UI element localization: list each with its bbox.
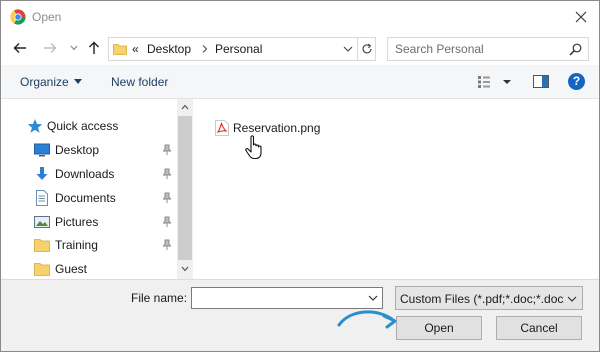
sidebar-item-pictures[interactable]: Pictures: [1, 211, 177, 233]
folder-icon: [34, 263, 50, 276]
close-icon: [575, 11, 587, 23]
forward-arrow-icon: [44, 43, 57, 53]
pin-icon[interactable]: [161, 168, 173, 180]
sidebar-item-label: Documents: [55, 191, 116, 205]
organize-button[interactable]: Organize: [20, 75, 82, 89]
breadcrumb-item-desktop[interactable]: Desktop: [147, 42, 191, 56]
search-icon: [569, 43, 582, 56]
desktop-icon: [34, 143, 50, 157]
sidebar-item-label: Desktop: [55, 143, 100, 157]
address-bar[interactable]: « Desktop Personal: [108, 37, 376, 61]
sidebar-item-label: Training: [55, 238, 98, 252]
caret-down-icon: [73, 79, 82, 84]
sidebar-item-documents[interactable]: Documents: [1, 187, 177, 209]
sidebar-item-label: Pictures: [55, 215, 99, 229]
command-toolbar: Organize New folder ?: [1, 65, 599, 99]
file-name: Reservation.png: [233, 121, 321, 135]
scrollbar-thumb[interactable]: [178, 116, 192, 260]
download-icon: [36, 167, 48, 180]
chevron-down-icon[interactable]: [368, 294, 378, 302]
pdf-icon: [215, 120, 229, 136]
scroll-down-icon[interactable]: [181, 265, 189, 273]
chevron-down-icon: [70, 45, 78, 51]
title-bar: Open: [1, 1, 599, 33]
file-type-select[interactable]: Custom Files (*.pdf;*.doc;*.docx): [395, 286, 583, 310]
breadcrumb-separator: [202, 42, 208, 56]
cancel-button[interactable]: Cancel: [496, 316, 582, 340]
file-name-input[interactable]: [192, 288, 362, 308]
breadcrumb-overflow[interactable]: «: [132, 42, 139, 56]
up-arrow-icon: [89, 41, 99, 54]
sidebar-item-label: Downloads: [55, 167, 115, 181]
file-list: Reservation.png: [193, 99, 599, 279]
folder-icon: [113, 44, 127, 55]
search-box[interactable]: Search Personal: [387, 37, 589, 61]
breadcrumb-item-personal[interactable]: Personal: [215, 42, 262, 56]
chrome-icon: [10, 9, 26, 25]
back-arrow-icon: [13, 43, 26, 53]
hand-cursor-icon: [245, 135, 262, 160]
new-folder-button[interactable]: New folder: [111, 75, 168, 89]
sidebar-item-quick-access[interactable]: Quick access: [1, 115, 177, 137]
folder-icon: [34, 239, 50, 252]
chevron-right-icon: [202, 45, 208, 53]
navigation-pane: Quick access Desktop Downloads Documents: [1, 99, 193, 279]
scroll-up-icon[interactable]: [181, 103, 189, 111]
recent-locations-button[interactable]: [65, 39, 83, 57]
up-button[interactable]: [85, 39, 103, 57]
close-button[interactable]: [569, 5, 593, 29]
forward-button[interactable]: [41, 39, 59, 57]
file-type-selected: Custom Files (*.pdf;*.doc;*.docx): [400, 292, 564, 306]
window-title: Open: [32, 10, 62, 24]
pin-icon[interactable]: [161, 216, 173, 228]
documents-icon: [36, 190, 48, 206]
open-button[interactable]: Open: [396, 316, 482, 340]
sidebar-item-desktop[interactable]: Desktop: [1, 139, 177, 161]
search-placeholder: Search Personal: [395, 42, 484, 56]
pictures-icon: [34, 216, 50, 228]
star-icon: [27, 119, 43, 133]
sidebar-item-training[interactable]: Training: [1, 234, 177, 256]
help-button[interactable]: ?: [568, 73, 585, 90]
sidebar-item-downloads[interactable]: Downloads: [1, 163, 177, 185]
open-file-dialog: Open « Desktop Personal Search Personal …: [0, 0, 600, 352]
sidebar-item-label: Guest: [55, 262, 88, 276]
chevron-down-icon: [567, 296, 577, 302]
navigation-pane-scrollbar[interactable]: [177, 99, 193, 279]
navigation-bar: « Desktop Personal Search Personal: [1, 33, 599, 65]
pin-icon[interactable]: [161, 239, 173, 251]
file-name-label: File name:: [131, 291, 188, 305]
file-name-combobox[interactable]: [191, 287, 383, 309]
pin-icon[interactable]: [161, 192, 173, 204]
back-button[interactable]: [11, 39, 29, 57]
preview-pane-icon[interactable]: [533, 75, 549, 89]
pin-icon[interactable]: [161, 144, 173, 156]
organize-label: Organize: [20, 75, 69, 89]
annotation-arrow-icon: [337, 310, 397, 329]
address-dropdown-icon[interactable]: [341, 42, 355, 56]
dialog-footer: File name: Custom Files (*.pdf;*.doc;*.d…: [1, 279, 599, 351]
sidebar-item-label: Quick access: [47, 119, 119, 133]
refresh-button[interactable]: [357, 38, 376, 60]
sidebar-item-guest[interactable]: Guest: [1, 258, 177, 280]
view-options-icon[interactable]: [477, 75, 517, 89]
refresh-icon: [362, 43, 372, 54]
